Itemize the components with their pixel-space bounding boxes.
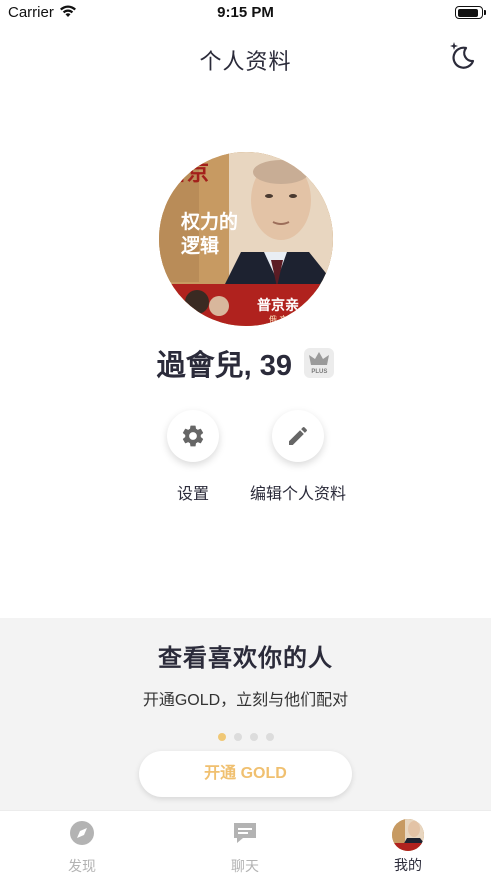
tab-me-label: 我的 [394,857,422,873]
promo-subtitle: 开通GOLD，立刻与他们配对 [142,692,349,709]
book-title-main: 权力的 [180,210,238,233]
settings-label: 设置 [176,486,209,503]
page-dot[interactable] [249,733,258,741]
status-bar: Carrier 9:15 PM [0,0,491,26]
tab-chat-label: 聊天 [231,858,259,874]
profile-name: 過會兒, 39 [156,350,292,382]
book-small-text: 俄 文 [269,314,288,324]
gold-promo-section: 查看喜欢你的人 开通GOLD，立刻与他们配对 开通 GOLD [0,618,491,810]
edit-profile-button[interactable]: 编辑个人资料 [243,410,353,504]
tab-discover[interactable]: 发现 [32,819,132,876]
chat-bubble-icon [234,823,256,843]
pencil-icon [289,426,308,445]
plus-badge: PLUS [304,348,335,378]
plus-badge-label: PLUS [311,369,328,375]
crown-icon [309,352,330,365]
promo-title: 查看喜欢你的人 [158,645,333,672]
settings-button[interactable]: 设置 [138,410,248,504]
navigation-bar: 个人资料 [0,30,491,82]
battery-level [457,8,478,17]
page-title: 个人资料 [199,49,292,74]
clock: 9:15 PM [217,4,274,21]
profile-avatar[interactable]: 普京 权力的 逻辑 普京亲 俄 文 [159,152,333,326]
gear-icon [182,425,204,447]
book-title-main2: 逻辑 [181,234,219,257]
tab-me[interactable]: 我的 [358,819,458,875]
book-title-bottom: 普京亲 [257,297,299,314]
battery-icon [455,6,486,19]
edit-profile-circle[interactable] [272,410,324,462]
profile-name-row: 過會兒, 39 PLUS [0,342,491,382]
page-dot[interactable] [265,733,274,741]
settings-circle[interactable] [167,410,219,462]
tab-chat[interactable]: 聊天 [195,819,295,876]
tab-discover-label: 发现 [68,858,96,874]
avatar [392,819,424,851]
upgrade-gold-button[interactable]: 开通 GOLD [139,751,352,797]
page-dot[interactable] [233,733,242,741]
moon-sparkle-icon[interactable] [445,39,479,73]
edit-profile-label: 编辑个人资料 [249,486,346,503]
page-indicator[interactable] [0,728,491,746]
page-dot[interactable] [217,733,226,741]
tab-bar: 发现 聊天 我的 [0,810,491,877]
avatar-photo: 普京 权力的 逻辑 普京亲 俄 文 [159,152,333,326]
compass-icon [70,821,94,845]
book-title-top: 普京 [165,160,209,186]
profile-screen: Carrier 9:15 PM 个人资料 普京 权力的 逻辑 普京亲 俄 文 過… [0,0,491,877]
